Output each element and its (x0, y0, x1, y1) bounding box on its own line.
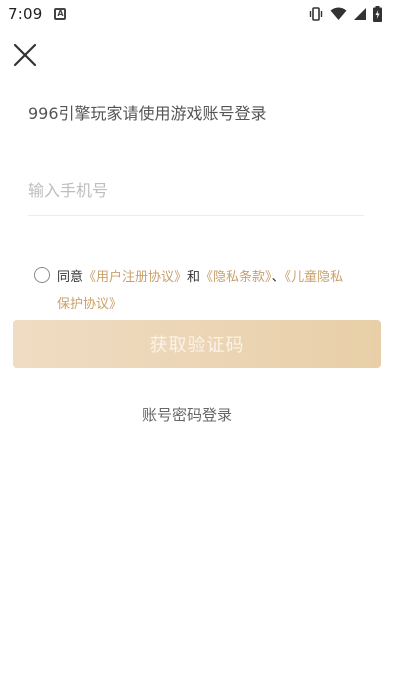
close-button[interactable] (12, 42, 38, 68)
password-login-link[interactable]: 账号密码登录 (0, 404, 374, 425)
agreement-radio[interactable] (34, 267, 50, 283)
agreement-and: 和 (187, 270, 201, 285)
phone-field-wrapper (28, 166, 364, 216)
login-screen: 7:09 A 996引擎玩家请使用游戏账号登录 输入手机号 同意《用户注册协议》… (0, 0, 394, 700)
wifi-icon (330, 7, 347, 21)
close-icon (13, 43, 37, 67)
status-time: 7:09 (8, 5, 43, 23)
phone-input[interactable] (28, 166, 364, 214)
privacy-terms-link[interactable]: 《隐私条款》 (200, 270, 272, 285)
agreement-prefix: 同意 (57, 270, 84, 285)
battery-icon (373, 6, 382, 22)
signal-icon (353, 7, 367, 21)
agreement-row: 同意《用户注册协议》和《隐私条款》、《儿童隐私保护协议》 (34, 264, 370, 318)
child-privacy-link-line1: 《儿童隐私 (284, 270, 344, 285)
app-notification-icon: A (54, 8, 67, 20)
agreement-separator: 、 (271, 270, 285, 285)
status-left: 7:09 A (8, 5, 67, 23)
user-agreement-link[interactable]: 《用户注册协议》 (83, 270, 187, 285)
vibrate-icon (308, 6, 324, 22)
get-code-button[interactable]: 获取验证码 (13, 320, 381, 368)
child-privacy-link-line2: 保护协议》 (57, 297, 123, 312)
status-right (308, 6, 382, 22)
status-bar: 7:09 A (0, 0, 394, 28)
page-title: 996引擎玩家请使用游戏账号登录 (28, 104, 267, 123)
agreement-text: 同意《用户注册协议》和《隐私条款》、《儿童隐私保护协议》 (57, 264, 357, 318)
